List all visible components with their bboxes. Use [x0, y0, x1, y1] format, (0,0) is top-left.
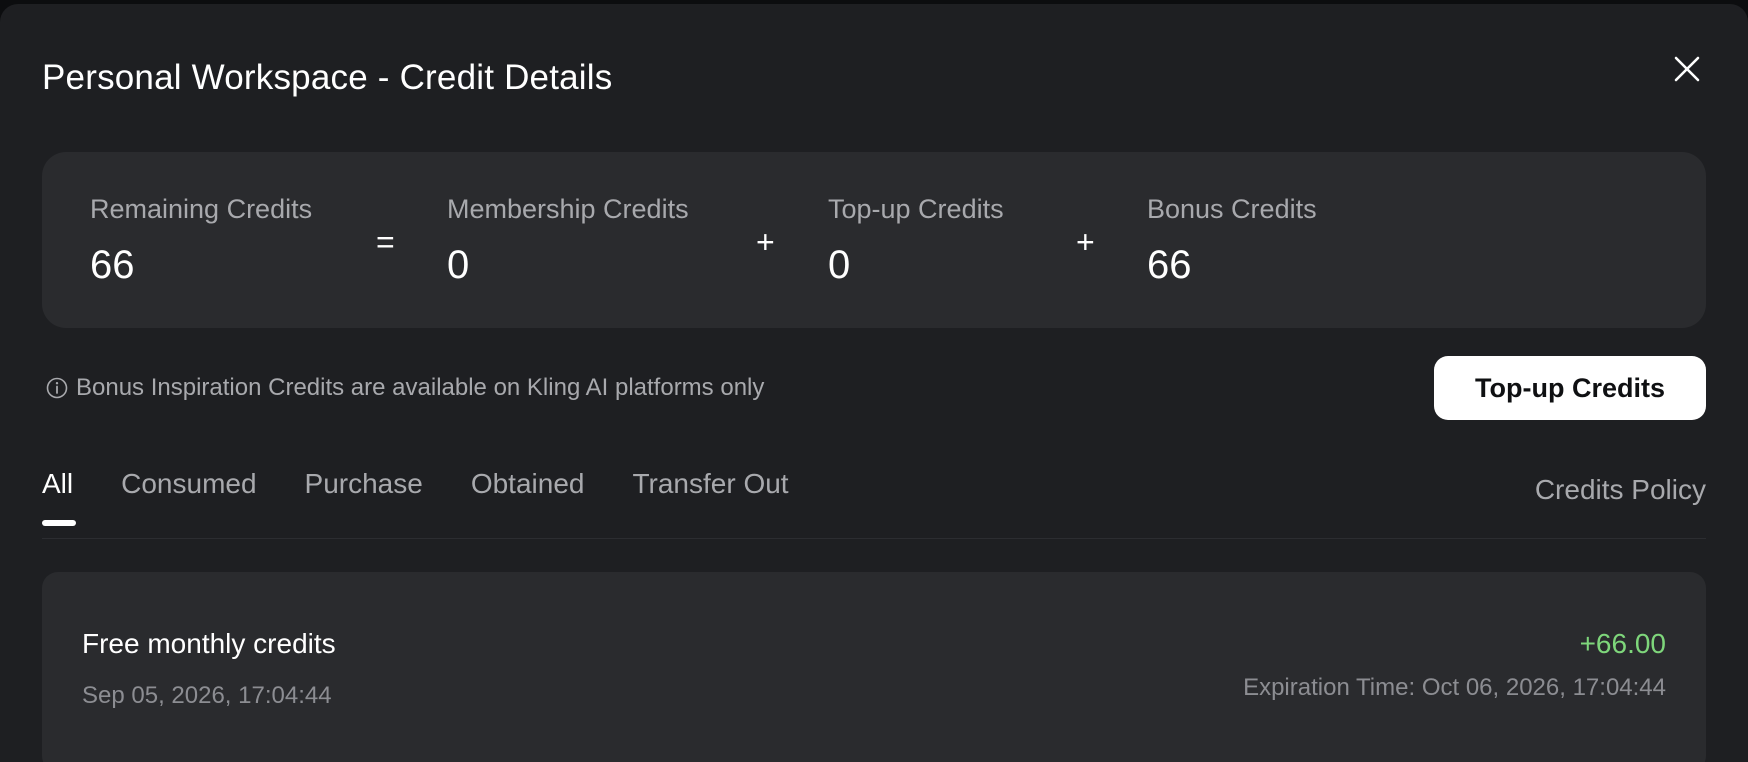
modal-title: Personal Workspace - Credit Details [42, 58, 613, 97]
close-button[interactable] [1664, 46, 1710, 92]
tab-all[interactable]: All [42, 468, 77, 526]
record-tabs: All Consumed Purchase Obtained Transfer … [42, 468, 837, 526]
tab-obtained[interactable]: Obtained [471, 468, 585, 526]
credit-details-modal: Personal Workspace - Credit Details Rema… [0, 4, 1748, 762]
remaining-credits: Remaining Credits 66 [90, 194, 312, 288]
close-icon [1674, 56, 1700, 82]
topup-credits: Top-up Credits 0 [828, 194, 1004, 288]
bonus-credits-label: Bonus Credits [1147, 194, 1317, 224]
info-icon [46, 377, 68, 399]
bonus-credits-value: 66 [1147, 243, 1192, 287]
membership-credits-label: Membership Credits [447, 194, 689, 224]
bonus-notice: Bonus Inspiration Credits are available … [46, 374, 764, 402]
equals-sign: = [376, 224, 395, 260]
tab-transfer-out[interactable]: Transfer Out [632, 468, 788, 526]
record-expiration: Expiration Time: Oct 06, 2026, 17:04:44 [1243, 674, 1666, 701]
tab-purchase[interactable]: Purchase [305, 468, 423, 526]
plus-sign: + [1076, 224, 1095, 260]
record-amount: +66.00 [1579, 628, 1666, 659]
list-item: Free monthly credits Sep 05, 2026, 17:04… [42, 572, 1706, 762]
record-date: Sep 05, 2026, 17:04:44 [82, 682, 332, 709]
membership-credits-value: 0 [447, 243, 470, 287]
remaining-credits-value: 66 [90, 243, 135, 287]
tabs-divider [42, 538, 1706, 539]
remaining-credits-label: Remaining Credits [90, 194, 313, 224]
credit-summary-card: Remaining Credits 66 = Membership Credit… [42, 152, 1706, 328]
bonus-notice-text: Bonus Inspiration Credits are available … [76, 374, 765, 401]
topup-credits-value: 0 [828, 243, 851, 287]
top-up-credits-button[interactable]: Top-up Credits [1434, 356, 1706, 420]
credits-policy-link[interactable]: Credits Policy [1535, 474, 1706, 506]
membership-credits: Membership Credits 0 [447, 194, 689, 288]
topup-credits-label: Top-up Credits [828, 194, 1004, 224]
bonus-credits: Bonus Credits 66 [1147, 194, 1317, 288]
record-title: Free monthly credits [82, 628, 336, 659]
tab-consumed[interactable]: Consumed [121, 468, 256, 526]
plus-sign: + [756, 224, 775, 260]
